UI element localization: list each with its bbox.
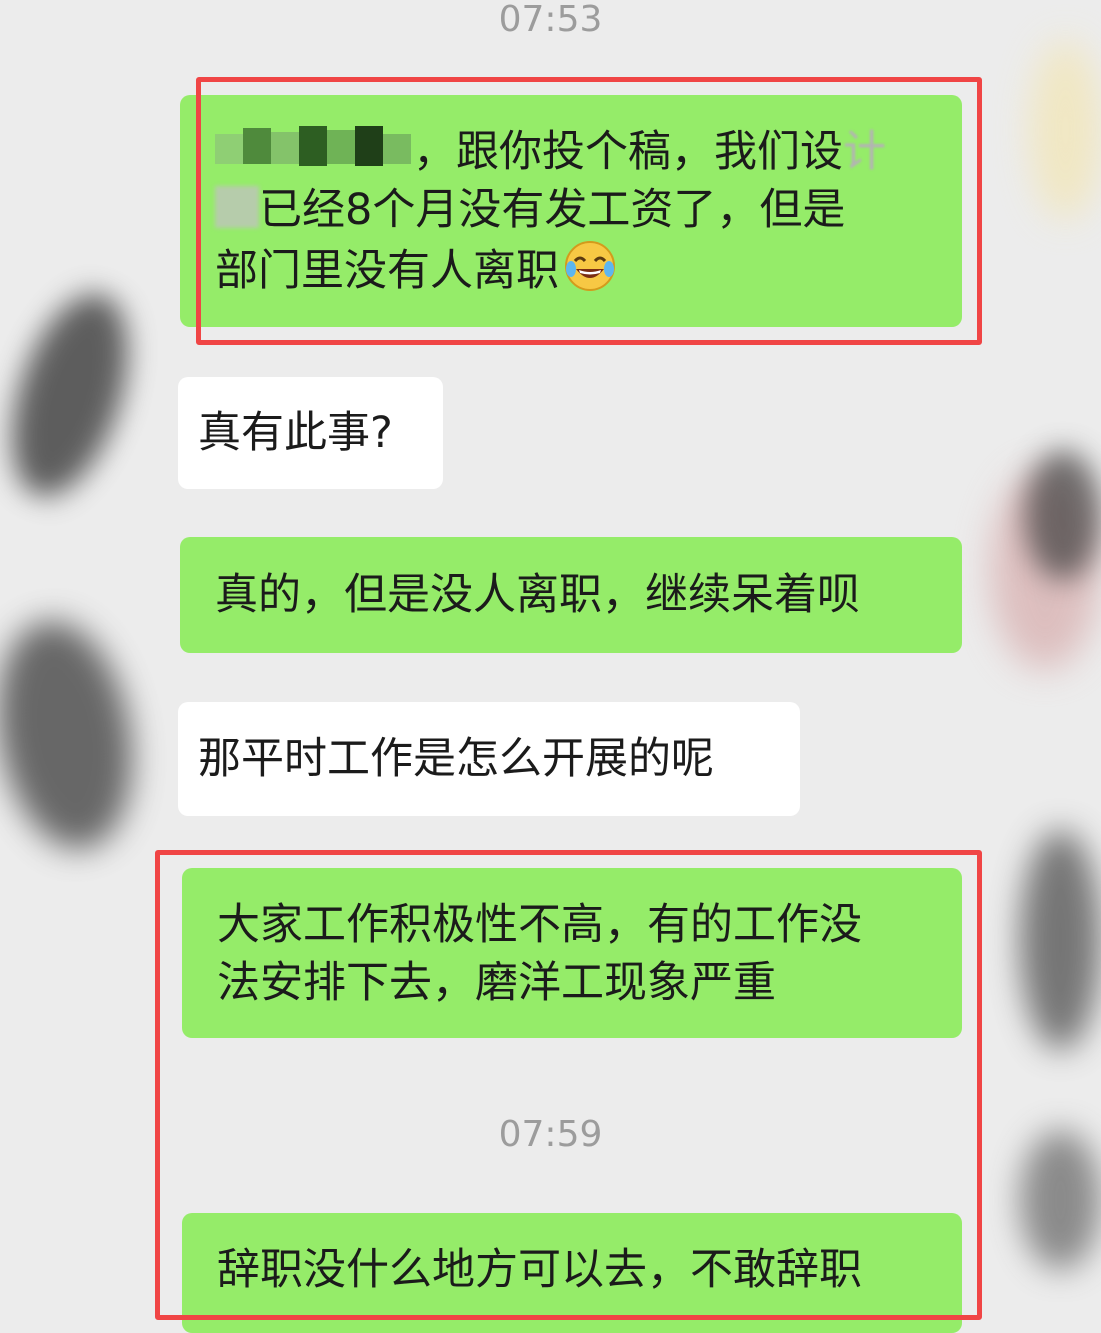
message-bubble-sent[interactable]: 真的，但是没人离职，继续呆着呗: [180, 537, 962, 653]
message-bubble-sent[interactable]: 大家工作积极性不高，有的工作没 法安排下去，磨洋工现象严重: [182, 868, 962, 1038]
message-bubble-received[interactable]: 那平时工作是怎么开展的呢: [178, 702, 800, 816]
pixelated-mosaic: [215, 186, 259, 228]
timestamp: 07:59: [498, 1114, 603, 1155]
background-smudge: [0, 610, 149, 860]
message-bubble-sent[interactable]: 辞职没什么地方可以去，不敢辞职: [182, 1213, 962, 1333]
timestamp: 07:53: [498, 0, 603, 40]
background-smudge: [1020, 830, 1101, 1050]
background-smudge: [0, 279, 150, 511]
background-smudge: [1030, 40, 1101, 220]
background-smudge: [1025, 450, 1101, 580]
laughing-with-tears-emoji: [563, 239, 617, 308]
pixelated-mosaic: [215, 124, 411, 172]
message-bubble-sent[interactable]: ，跟你投个稿，我们设计 已经8个月没有发工资了，但是 部门里没有人离职: [180, 95, 962, 327]
message-bubble-received[interactable]: 真有此事?: [178, 377, 443, 489]
